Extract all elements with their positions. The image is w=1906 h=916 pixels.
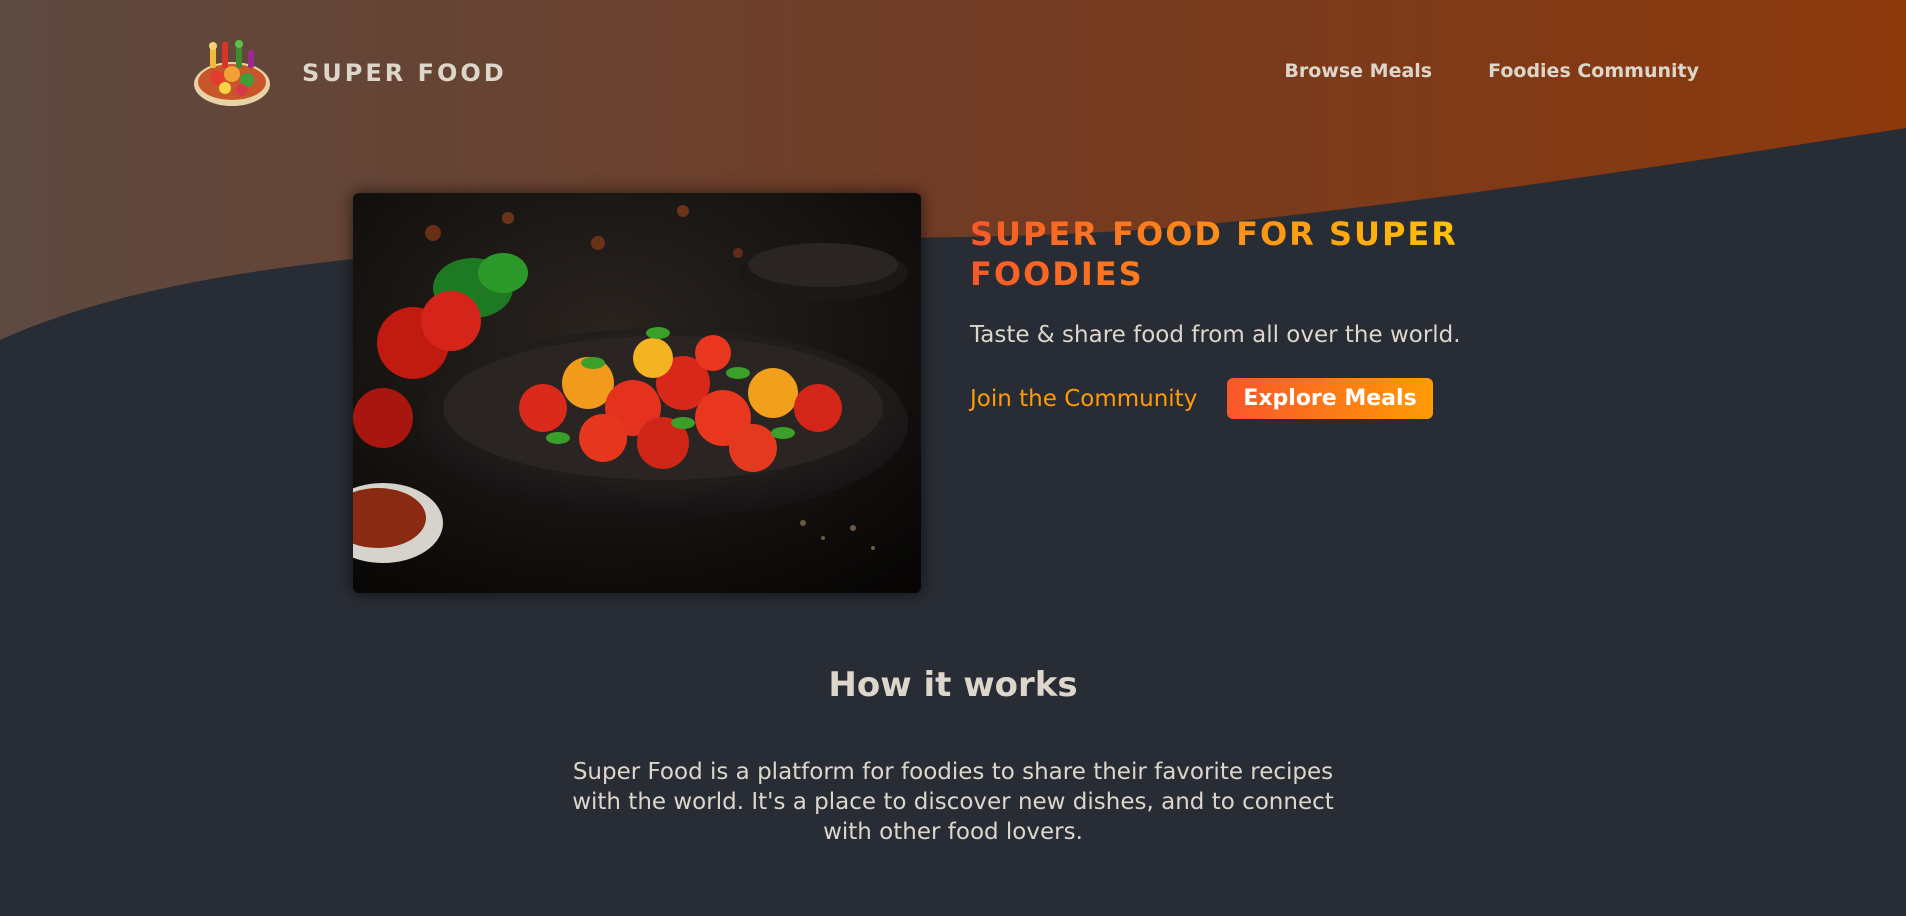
site-header: SUPER FOOD Browse Meals Foodies Communit… [0, 0, 1906, 150]
brand-name: SUPER FOOD [302, 59, 507, 87]
hero-cta: Join the Community Explore Meals [970, 378, 1490, 419]
nav-browse-meals[interactable]: Browse Meals [1284, 60, 1432, 82]
hero-image [353, 193, 921, 593]
logo-link[interactable]: SUPER FOOD [192, 36, 507, 110]
explore-meals-button[interactable]: Explore Meals [1227, 378, 1433, 419]
how-it-works-title: How it works [828, 665, 1078, 705]
hero-title: SUPER FOOD FOR SUPER FOODIES [970, 214, 1490, 294]
how-it-works-paragraph: Super Food is a platform for foodies to … [572, 759, 1334, 845]
tomato-salad-photo-icon [353, 193, 921, 593]
hero-text: SUPER FOOD FOR SUPER FOODIES Taste & sha… [970, 214, 1490, 419]
how-it-works-section: How it works Super Food is a platform fo… [0, 665, 1906, 889]
nav-foodies-community[interactable]: Foodies Community [1488, 60, 1699, 82]
hero-subtitle: Taste & share food from all over the wor… [970, 322, 1461, 348]
main-navigation: Browse Meals Foodies Community [1284, 60, 1699, 82]
join-community-link[interactable]: Join the Community [970, 386, 1197, 412]
food-plate-logo-icon [194, 40, 270, 106]
